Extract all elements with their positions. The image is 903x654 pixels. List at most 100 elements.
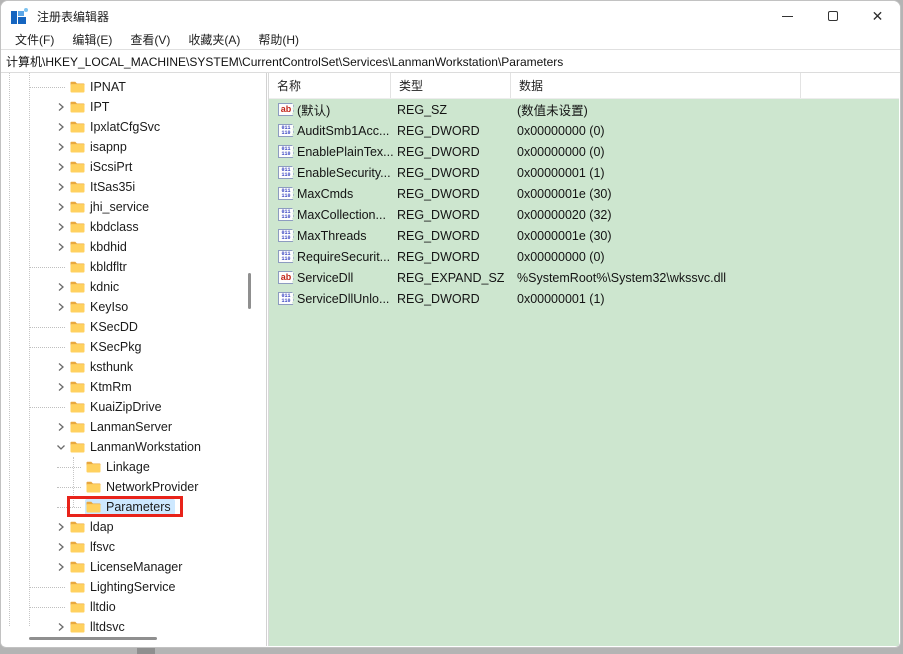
registry-value-row[interactable]: 011110MaxCmdsREG_DWORD0x0000001e (30) bbox=[269, 183, 899, 204]
chevron-right-icon[interactable] bbox=[53, 119, 69, 135]
tree-node-content[interactable]: IPT bbox=[69, 99, 113, 115]
chevron-right-icon[interactable] bbox=[53, 519, 69, 535]
tree-item-isapnp[interactable]: isapnp bbox=[1, 137, 249, 157]
tree-item-KtmRm[interactable]: KtmRm bbox=[1, 377, 249, 397]
chevron-right-icon[interactable] bbox=[53, 159, 69, 175]
chevron-right-icon[interactable] bbox=[53, 139, 69, 155]
registry-value-row[interactable]: ab(默认)REG_SZ(数值未设置) bbox=[269, 99, 899, 120]
tree-item-KuaiZipDrive[interactable]: KuaiZipDrive bbox=[1, 397, 249, 417]
tree-node-content[interactable]: KSecPkg bbox=[69, 339, 145, 355]
tree-node-content[interactable]: NetworkProvider bbox=[85, 479, 202, 495]
tree-item-IPT[interactable]: IPT bbox=[1, 97, 249, 117]
chevron-right-icon[interactable] bbox=[53, 199, 69, 215]
address-input[interactable] bbox=[1, 50, 900, 72]
registry-value-row[interactable]: 011110ServiceDllUnlo...REG_DWORD0x000000… bbox=[269, 288, 899, 309]
tree-item-lltdio[interactable]: lltdio bbox=[1, 597, 249, 617]
minimize-button[interactable] bbox=[765, 1, 810, 31]
menu-help[interactable]: 帮助(H) bbox=[249, 30, 308, 50]
registry-value-row[interactable]: 011110EnablePlainTex...REG_DWORD0x000000… bbox=[269, 141, 899, 162]
tree-node-content[interactable]: KSecDD bbox=[69, 319, 142, 335]
tree-item-LightingService[interactable]: LightingService bbox=[1, 577, 249, 597]
chevron-right-icon[interactable] bbox=[53, 239, 69, 255]
tree-item-NetworkProvider[interactable]: NetworkProvider bbox=[1, 477, 249, 497]
tree-item-KSecPkg[interactable]: KSecPkg bbox=[1, 337, 249, 357]
tree-node-content[interactable]: ItSas35i bbox=[69, 179, 139, 195]
chevron-right-icon[interactable] bbox=[53, 379, 69, 395]
menu-edit[interactable]: 编辑(E) bbox=[63, 30, 121, 50]
tree-item-kdnic[interactable]: kdnic bbox=[1, 277, 249, 297]
chevron-right-icon[interactable] bbox=[53, 359, 69, 375]
tree-item-kbdhid[interactable]: kbdhid bbox=[1, 237, 249, 257]
tree-node-content[interactable]: LanmanWorkstation bbox=[69, 439, 205, 455]
tree-item-IPNAT[interactable]: IPNAT bbox=[1, 77, 249, 97]
tree-node-content[interactable]: isapnp bbox=[69, 139, 131, 155]
tree-item-kbdclass[interactable]: kbdclass bbox=[1, 217, 249, 237]
registry-value-row[interactable]: abServiceDllREG_EXPAND_SZ%SystemRoot%\Sy… bbox=[269, 267, 899, 288]
tree-item-kbldfltr[interactable]: kbldfltr bbox=[1, 257, 249, 277]
tree-node-content[interactable]: lltdsvc bbox=[69, 619, 129, 635]
menu-file[interactable]: 文件(F) bbox=[6, 30, 63, 50]
menu-favorites[interactable]: 收藏夹(A) bbox=[179, 30, 249, 50]
tree-node-content[interactable]: kbldfltr bbox=[69, 259, 131, 275]
chevron-down-icon[interactable] bbox=[53, 439, 69, 455]
tree-item-IpxlatCfgSvc[interactable]: IpxlatCfgSvc bbox=[1, 117, 249, 137]
maximize-button[interactable] bbox=[810, 1, 855, 31]
tree-item-LicenseManager[interactable]: LicenseManager bbox=[1, 557, 249, 577]
chevron-right-icon[interactable] bbox=[53, 619, 69, 635]
column-header-data[interactable]: 数据 bbox=[511, 73, 801, 98]
tree-node-content[interactable]: IPNAT bbox=[69, 79, 130, 95]
tree-item-lltdsvc[interactable]: lltdsvc bbox=[1, 617, 249, 637]
registry-value-row[interactable]: 011110RequireSecurit...REG_DWORD0x000000… bbox=[269, 246, 899, 267]
tree-node-content[interactable]: IpxlatCfgSvc bbox=[69, 119, 164, 135]
column-header-name[interactable]: 名称 bbox=[269, 73, 391, 98]
tree-node-content[interactable]: kbdclass bbox=[69, 219, 143, 235]
tree-item-Linkage[interactable]: Linkage bbox=[1, 457, 249, 477]
tree-item-LanmanServer[interactable]: LanmanServer bbox=[1, 417, 249, 437]
column-header-type[interactable]: 类型 bbox=[391, 73, 511, 98]
tree-node-content[interactable]: jhi_service bbox=[69, 199, 153, 215]
tree-item-label: kbldfltr bbox=[90, 260, 127, 274]
tree-item-label: jhi_service bbox=[90, 200, 149, 214]
tree-node-content[interactable]: LicenseManager bbox=[69, 559, 186, 575]
registry-value-row[interactable]: 011110MaxThreadsREG_DWORD0x0000001e (30) bbox=[269, 225, 899, 246]
tree-node-content[interactable]: lltdio bbox=[69, 599, 120, 615]
close-button[interactable]: ✕ bbox=[855, 1, 900, 31]
tree-item-ldap[interactable]: ldap bbox=[1, 517, 249, 537]
tree-item-KSecDD[interactable]: KSecDD bbox=[1, 317, 249, 337]
tree-item-LanmanWorkstation[interactable]: LanmanWorkstation bbox=[1, 437, 249, 457]
tree-horizontal-scrollbar[interactable] bbox=[29, 637, 157, 640]
tree-node-content[interactable]: kdnic bbox=[69, 279, 123, 295]
tree-node-content[interactable]: KuaiZipDrive bbox=[69, 399, 166, 415]
chevron-right-icon[interactable] bbox=[53, 559, 69, 575]
registry-value-row[interactable]: 011110MaxCollection...REG_DWORD0x0000002… bbox=[269, 204, 899, 225]
chevron-right-icon[interactable] bbox=[53, 279, 69, 295]
tree-item-ItSas35i[interactable]: ItSas35i bbox=[1, 177, 249, 197]
chevron-right-icon[interactable] bbox=[53, 419, 69, 435]
menu-view[interactable]: 查看(V) bbox=[121, 30, 179, 50]
tree-node-content[interactable]: KtmRm bbox=[69, 379, 136, 395]
tree-node-content[interactable]: iScsiPrt bbox=[69, 159, 136, 175]
registry-value-row[interactable]: 011110EnableSecurity...REG_DWORD0x000000… bbox=[269, 162, 899, 183]
tree-item-ksthunk[interactable]: ksthunk bbox=[1, 357, 249, 377]
tree-item-Parameters[interactable]: Parameters bbox=[1, 497, 249, 517]
tree-node-content[interactable]: kbdhid bbox=[69, 239, 131, 255]
tree-node-content[interactable]: LanmanServer bbox=[69, 419, 176, 435]
registry-value-row[interactable]: 011110AuditSmb1Acc...REG_DWORD0x00000000… bbox=[269, 120, 899, 141]
tree-node-content[interactable]: Parameters bbox=[85, 499, 175, 515]
tree-node-content[interactable]: Linkage bbox=[85, 459, 154, 475]
tree-node-content[interactable]: ksthunk bbox=[69, 359, 137, 375]
tree-node-content[interactable]: lfsvc bbox=[69, 539, 119, 555]
chevron-right-icon[interactable] bbox=[53, 179, 69, 195]
tree-item-lfsvc[interactable]: lfsvc bbox=[1, 537, 249, 557]
tree-node-content[interactable]: LightingService bbox=[69, 579, 179, 595]
tree-item-jhi_service[interactable]: jhi_service bbox=[1, 197, 249, 217]
chevron-right-icon[interactable] bbox=[53, 99, 69, 115]
chevron-right-icon[interactable] bbox=[53, 219, 69, 235]
tree-node-content[interactable]: KeyIso bbox=[69, 299, 132, 315]
tree-vertical-scrollbar[interactable] bbox=[248, 273, 251, 309]
tree-item-iScsiPrt[interactable]: iScsiPrt bbox=[1, 157, 249, 177]
tree-item-KeyIso[interactable]: KeyIso bbox=[1, 297, 249, 317]
tree-node-content[interactable]: ldap bbox=[69, 519, 118, 535]
chevron-right-icon[interactable] bbox=[53, 539, 69, 555]
chevron-right-icon[interactable] bbox=[53, 299, 69, 315]
